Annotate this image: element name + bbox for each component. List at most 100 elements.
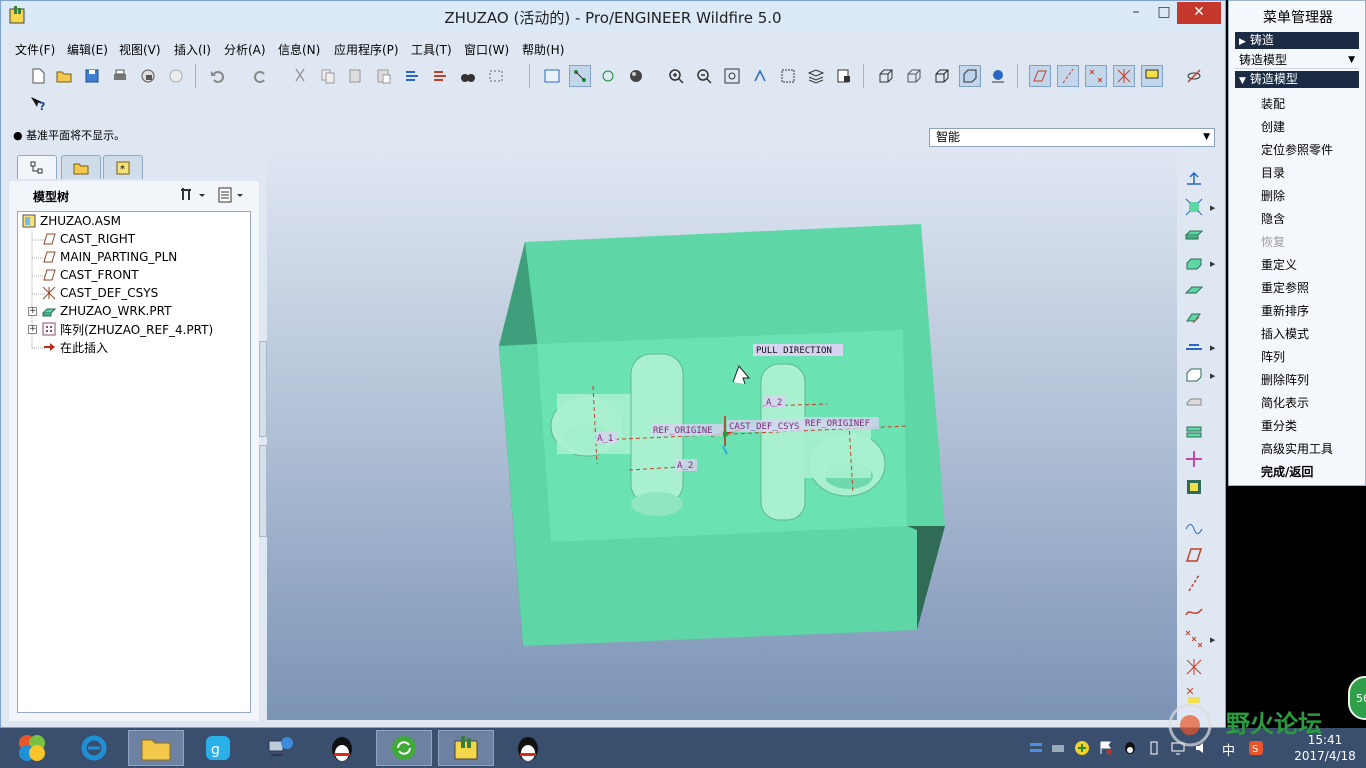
datum-plane-tool-icon[interactable] — [1182, 544, 1206, 566]
taskbar-file-explorer[interactable] — [128, 730, 184, 766]
sketch-tool-icon[interactable] — [1182, 516, 1206, 538]
context-help-icon[interactable]: ? — [27, 93, 49, 115]
menu-item-create[interactable]: 创建 — [1261, 118, 1285, 135]
flyout-arrow-icon[interactable]: ▶ — [1210, 372, 1215, 380]
menu-header-casting[interactable]: ▶ 铸造 — [1235, 32, 1359, 49]
tree-item-cast-def-csys[interactable]: CAST_DEF_CSYS — [42, 284, 158, 302]
tab-folder-browser[interactable] — [61, 155, 101, 179]
close-button[interactable]: ✕ — [1177, 2, 1221, 24]
datum-axes-display-icon[interactable] — [1057, 65, 1079, 87]
taskbar-refresh-app[interactable] — [376, 730, 432, 766]
find-icon[interactable] — [457, 65, 479, 87]
menu-applications[interactable]: 应用程序(P) — [334, 41, 399, 58]
datum-points-display-icon[interactable] — [1085, 65, 1107, 87]
navigator-resize-handle[interactable] — [259, 445, 267, 537]
tab-model-tree[interactable] — [17, 155, 57, 179]
hidden-line-icon[interactable] — [903, 65, 925, 87]
tab-favorites[interactable]: * — [103, 155, 143, 179]
graphics-window[interactable]: PULL DIRECTION REF_ORIGINE CAST_DEF_CSYS… — [267, 154, 1177, 720]
spin-center-icon[interactable] — [569, 65, 591, 87]
mold-component-icon[interactable] — [1182, 364, 1206, 386]
datum-planes-display-icon[interactable] — [1029, 65, 1051, 87]
mail-icon[interactable] — [137, 65, 159, 87]
taskbar-app-store[interactable]: g — [190, 730, 246, 766]
tray-drive-icon[interactable] — [1050, 740, 1066, 756]
runner-icon[interactable] — [1182, 336, 1206, 358]
menu-item-assemble[interactable]: 装配 — [1261, 95, 1285, 112]
menu-view[interactable]: 视图(V) — [119, 41, 161, 58]
minimize-button[interactable]: – — [1123, 2, 1149, 24]
cast-model-dropdown[interactable]: 铸造模型 ▼ — [1235, 51, 1359, 69]
print-icon[interactable] — [109, 65, 131, 87]
maximize-button[interactable]: □ — [1151, 2, 1177, 24]
tree-item-assembly[interactable]: ZHUZAO.ASM — [22, 212, 121, 230]
menu-item-pattern[interactable]: 阵列 — [1261, 348, 1285, 365]
flyout-arrow-icon[interactable]: ▶ — [1210, 204, 1215, 212]
notification-badge[interactable]: 56 — [1348, 676, 1366, 720]
select-box-icon[interactable] — [485, 65, 507, 87]
taskbar-proe[interactable] — [438, 730, 494, 766]
refit-icon[interactable] — [721, 65, 743, 87]
tree-item-insert-here[interactable]: 在此插入 — [42, 338, 108, 356]
layers-icon[interactable] — [805, 65, 827, 87]
workpiece-tool-icon[interactable] — [1182, 224, 1206, 246]
mold-opening-icon[interactable] — [1182, 392, 1206, 414]
wireframe-icon[interactable] — [875, 65, 897, 87]
start-button[interactable] — [4, 730, 60, 766]
taskbar-qq-2[interactable] — [500, 730, 556, 766]
navigator-collapse-handle[interactable] — [259, 341, 267, 437]
expand-toggle[interactable]: + — [28, 307, 37, 316]
taskbar-qq-1[interactable] — [314, 730, 370, 766]
parting-surface-icon[interactable] — [1182, 252, 1206, 274]
mold-model-view[interactable]: PULL DIRECTION REF_ORIGINE CAST_DEF_CSYS… — [267, 154, 1177, 720]
tray-list-icon[interactable] — [1028, 740, 1044, 756]
open-folder-icon[interactable] — [53, 65, 75, 87]
tree-item-workpiece[interactable]: ZHUZAO_WRK.PRT — [42, 302, 171, 320]
csys-display-icon[interactable] — [1113, 65, 1135, 87]
csys-tool-icon[interactable] — [1182, 656, 1206, 678]
undo-icon[interactable] — [207, 65, 229, 87]
save-icon[interactable] — [81, 65, 103, 87]
enhanced-realism-icon[interactable] — [987, 65, 1009, 87]
cut-icon[interactable] — [289, 65, 311, 87]
repaint-icon[interactable] — [541, 65, 563, 87]
tree-settings-icon[interactable] — [179, 186, 209, 207]
mail-disabled-icon[interactable] — [165, 65, 187, 87]
menu-item-redefine[interactable]: 重定义 — [1261, 256, 1297, 273]
paste-special-icon[interactable] — [373, 65, 395, 87]
shaded-icon[interactable] — [959, 65, 981, 87]
flyout-arrow-icon[interactable]: ▶ — [1210, 260, 1215, 268]
menu-tools[interactable]: 工具(T) — [411, 41, 452, 58]
menu-item-reroute[interactable]: 重定参照 — [1261, 279, 1309, 296]
menu-analysis[interactable]: 分析(A) — [224, 41, 266, 58]
saved-views-icon[interactable] — [777, 65, 799, 87]
paste-icon[interactable] — [345, 65, 367, 87]
tree-item-pattern[interactable]: 阵列(ZHUZAO_REF_4.PRT) — [42, 320, 213, 338]
menu-item-delete[interactable]: 删除 — [1261, 187, 1285, 204]
pull-direction-tool-icon[interactable] — [1182, 168, 1206, 190]
shrinkage-icon[interactable] — [1182, 196, 1206, 218]
menu-item-done-return[interactable]: 完成/返回 — [1261, 463, 1313, 480]
datum-axis-tool-icon[interactable] — [1182, 572, 1206, 594]
menu-item-reclassify[interactable]: 重分类 — [1261, 417, 1297, 434]
tray-flag-icon[interactable] — [1098, 740, 1114, 756]
no-hidden-icon[interactable] — [931, 65, 953, 87]
menu-item-reorder[interactable]: 重新排序 — [1261, 302, 1309, 319]
hide-icon[interactable] — [1183, 65, 1205, 87]
tray-qq-icon[interactable] — [1122, 740, 1138, 756]
annotation-display-icon[interactable] — [1141, 65, 1163, 87]
extract-icon[interactable] — [1182, 420, 1206, 442]
menu-window[interactable]: 窗口(W) — [464, 41, 509, 58]
datum-curve-tool-icon[interactable] — [1182, 600, 1206, 622]
redo-icon[interactable] — [249, 65, 271, 87]
menu-header-cast-model[interactable]: ▼ 铸造模型 — [1235, 71, 1359, 88]
zoom-out-icon[interactable] — [693, 65, 715, 87]
menu-item-insert-mode[interactable]: 插入模式 — [1261, 325, 1309, 342]
flyout-arrow-icon[interactable]: ▶ — [1210, 636, 1215, 644]
insert-datum-icon[interactable] — [1182, 448, 1206, 470]
menu-help[interactable]: 帮助(H) — [522, 41, 564, 58]
expand-toggle[interactable]: + — [28, 325, 37, 334]
datum-point-tool-icon[interactable] — [1182, 628, 1206, 650]
tree-columns-icon[interactable] — [217, 186, 249, 207]
menu-item-locate-ref-part[interactable]: 定位参照零件 — [1261, 141, 1333, 158]
